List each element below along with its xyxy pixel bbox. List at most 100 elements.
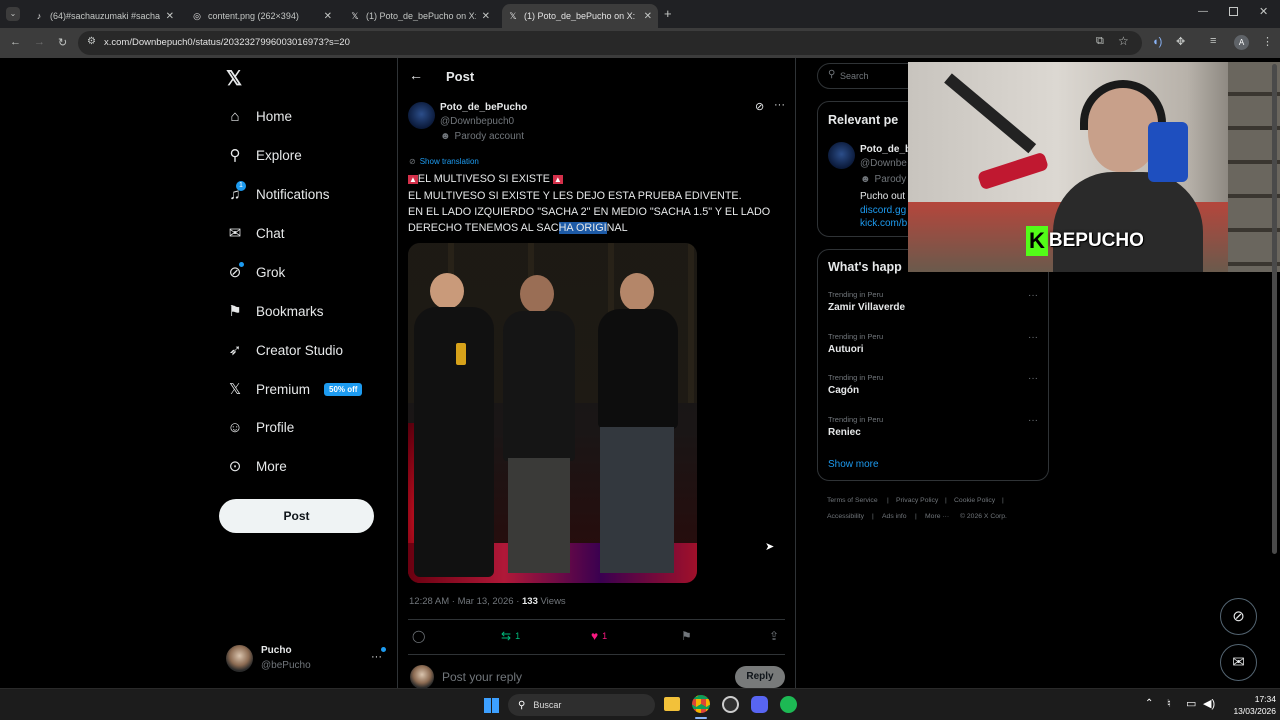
nav-more[interactable]: ⊙ More: [226, 451, 287, 481]
relevant-bio: Pucho out: [860, 191, 906, 202]
trend-more-icon[interactable]: ···: [1028, 415, 1038, 426]
retweet-action[interactable]: ⇆ 1: [501, 629, 520, 643]
nav-bookmarks[interactable]: ⚑ Bookmarks: [226, 296, 323, 326]
footer-privacy[interactable]: Privacy Policy: [896, 497, 938, 504]
nav-chat[interactable]: ✉ Chat: [226, 218, 285, 248]
new-tab-icon[interactable]: +: [664, 6, 672, 21]
tray-chevron-icon[interactable]: ⌃: [1145, 698, 1153, 709]
taskbar-date[interactable]: 13/03/2026: [1220, 706, 1276, 716]
footer-terms[interactable]: Terms of Service: [827, 497, 878, 504]
author-avatar[interactable]: [408, 102, 435, 129]
footer-more[interactable]: More ···: [925, 513, 949, 520]
relevant-name[interactable]: Poto_de_b: [860, 144, 911, 155]
tab-3[interactable]: 𝕏 (1) Poto_de_bePucho on X: "YA ✕: [344, 4, 496, 28]
show-translation-link[interactable]: ⊘ Show translation: [409, 157, 479, 166]
scrollbar[interactable]: [1272, 64, 1277, 554]
discord-icon[interactable]: [751, 696, 768, 713]
nav-premium[interactable]: 𝕏 Premium 50% off: [226, 374, 363, 404]
messages-floating-button[interactable]: ✉: [1220, 644, 1257, 681]
extension-audio-icon[interactable]: ◖): [1152, 36, 1162, 48]
account-switcher[interactable]: Pucho @bePucho ···: [226, 643, 386, 675]
reply-button[interactable]: Reply: [735, 666, 785, 688]
reply-input[interactable]: Post your reply: [442, 670, 522, 684]
author-handle[interactable]: @Downbepuch0: [440, 116, 514, 127]
compose-post-button[interactable]: Post: [219, 499, 374, 533]
close-window-icon[interactable]: ✕: [1259, 5, 1268, 18]
media-controls-icon[interactable]: ≡: [1210, 35, 1216, 47]
taskbar-search[interactable]: ⚲ Buscar: [508, 694, 655, 716]
trend-item[interactable]: Trending in Peru Zamir Villaverde ···: [828, 290, 1040, 313]
grok-floating-button[interactable]: ⊘: [1220, 598, 1257, 635]
spotify-icon[interactable]: [780, 696, 797, 713]
reload-icon[interactable]: ↻: [58, 36, 67, 49]
nav-label: More: [256, 458, 287, 474]
trend-item[interactable]: Trending in Peru Cagón ···: [828, 373, 1040, 396]
nav-home[interactable]: ⌂ Home: [226, 101, 292, 131]
close-tab-icon[interactable]: ✕: [482, 11, 490, 22]
tab-4-active[interactable]: 𝕏 (1) Poto_de_bePucho on X: " ✕: [502, 4, 658, 28]
back-arrow-icon[interactable]: ←: [409, 67, 423, 83]
obs-icon[interactable]: [722, 696, 739, 713]
bookmark-star-icon[interactable]: ☆: [1118, 34, 1129, 48]
address-bar[interactable]: ⚙ x.com/Downbepuch0/status/2032327996003…: [78, 31, 1142, 55]
install-app-icon[interactable]: ⧉: [1096, 35, 1104, 48]
profile-avatar-icon[interactable]: A: [1234, 35, 1249, 50]
relevant-link[interactable]: kick.com/b: [860, 218, 907, 229]
footer-divider: |: [915, 513, 917, 520]
more-options-icon[interactable]: ···: [371, 651, 382, 663]
show-more-link[interactable]: Show more: [828, 459, 879, 470]
share-action[interactable]: ⇪: [769, 629, 779, 643]
volume-icon[interactable]: ◀): [1203, 697, 1215, 710]
trend-more-icon[interactable]: ···: [1028, 373, 1038, 384]
file-explorer-icon[interactable]: [664, 697, 680, 711]
more-options-icon[interactable]: ···: [774, 99, 785, 111]
footer-cookie[interactable]: Cookie Policy: [954, 497, 995, 504]
post-timestamp[interactable]: 12:28 AM · Mar 13, 2026 ·: [409, 596, 519, 607]
tab-1[interactable]: ♪ (64)#sachauzumaki #sachauzum ✕: [28, 4, 180, 28]
close-tab-icon[interactable]: ✕: [324, 11, 332, 22]
network-icon[interactable]: ▭: [1186, 697, 1196, 710]
tab-2[interactable]: ◎ content.png (262×394) ✕: [186, 4, 338, 28]
footer-accessibility[interactable]: Accessibility: [827, 513, 864, 520]
x-logo-icon[interactable]: 𝕏: [226, 66, 242, 91]
nav-notifications[interactable]: ♫ 1 Notifications: [226, 179, 330, 209]
close-tab-icon[interactable]: ✕: [166, 11, 174, 22]
bookmark-action[interactable]: ⚑: [681, 629, 692, 643]
like-action[interactable]: ♥ 1: [591, 629, 607, 643]
trend-name: Cagón: [828, 385, 860, 396]
reply-avatar: [410, 665, 434, 689]
back-icon[interactable]: ←: [10, 36, 21, 48]
start-icon[interactable]: [484, 698, 499, 713]
post-text-line-3: EN EL LADO IZQUIERDO "SACHA 2" EN MEDIO …: [408, 206, 771, 218]
trend-more-icon[interactable]: ···: [1028, 290, 1038, 301]
chrome-icon[interactable]: [692, 695, 710, 713]
microphone-icon[interactable]: ♮: [1167, 697, 1171, 710]
heart-icon: ♥: [591, 629, 599, 643]
trend-more-icon[interactable]: ···: [1028, 332, 1038, 343]
grok-explain-icon[interactable]: ⊘: [755, 100, 764, 113]
trend-item[interactable]: Trending in Peru Autuori ···: [828, 332, 1040, 355]
trend-item[interactable]: Trending in Peru Reniec ···: [828, 415, 1040, 438]
browser-menu-icon[interactable]: ⋮: [1262, 35, 1273, 48]
taskbar-time[interactable]: 17:34: [1236, 694, 1276, 704]
minimize-icon[interactable]: —: [1198, 6, 1208, 17]
footer-ads[interactable]: Ads info: [882, 513, 907, 520]
nav-creator-studio[interactable]: ➶ Creator Studio: [226, 335, 343, 365]
relevant-link[interactable]: discord.gg: [860, 205, 906, 216]
maximize-icon[interactable]: [1229, 7, 1238, 16]
tab-search-dropdown-icon[interactable]: ⌄: [6, 7, 20, 21]
relevant-avatar[interactable]: [828, 142, 855, 169]
post-image[interactable]: [408, 243, 697, 583]
tiktok-icon: ♪: [36, 11, 42, 21]
site-info-icon[interactable]: ⚙: [87, 36, 96, 47]
person-icon: ☺: [227, 418, 243, 436]
author-name[interactable]: Poto_de_bePucho: [440, 102, 527, 113]
reply-action[interactable]: ◯: [412, 629, 425, 643]
close-tab-icon[interactable]: ✕: [644, 11, 652, 22]
extensions-icon[interactable]: ✥: [1176, 35, 1185, 48]
forward-icon[interactable]: →: [34, 36, 45, 48]
nav-profile[interactable]: ☺ Profile: [226, 412, 294, 442]
nav-grok[interactable]: ⊘ Grok: [226, 257, 285, 287]
nav-explore[interactable]: ⚲ Explore: [226, 140, 302, 170]
webcam-mic: [976, 151, 1050, 191]
